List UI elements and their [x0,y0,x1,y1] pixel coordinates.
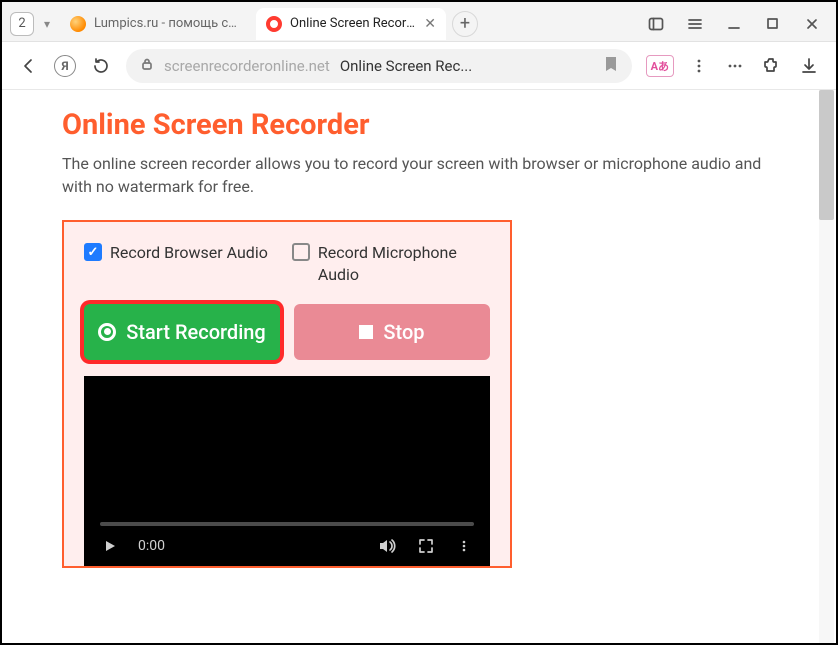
translate-button[interactable]: Aあ [646,55,674,77]
stop-icon [359,325,373,339]
url-page-title: Online Screen Rec... [340,57,472,75]
window-maximize-button[interactable] [756,10,789,38]
lock-icon [140,57,154,75]
page-viewport: Online Screen Recorder The online screen… [2,90,836,643]
browser-tab-bar: 2 ▾ Lumpics.ru - помощь с кон Online Scr… [2,2,836,42]
favicon-screen-recorder [266,16,282,32]
home-button[interactable]: Я [54,55,76,77]
sidebar-toggle-icon[interactable] [639,10,672,38]
new-tab-button[interactable]: + [452,11,478,37]
checkbox-microphone-audio[interactable]: Record Microphone Audio [292,242,478,285]
tab-label: Online Screen Recorder [290,16,416,31]
record-icon [98,323,116,341]
video-more-icon[interactable] [454,536,474,556]
checkbox-label: Record Browser Audio [110,242,268,264]
kebab-menu-icon[interactable] [688,55,710,77]
bookmark-icon[interactable] [604,56,618,76]
tab-screen-recorder[interactable]: Online Screen Recorder ✕ [256,8,446,40]
address-bar[interactable]: screenrecorderonline.net Online Screen R… [126,49,632,83]
menu-icon[interactable] [678,10,711,38]
page-title: Online Screen Recorder [62,108,836,142]
window-minimize-button[interactable] [717,10,750,38]
window-close-button[interactable] [795,10,828,38]
checkbox-icon [292,243,310,261]
checkbox-icon [84,243,102,261]
page-lead-text: The online screen recorder allows you to… [62,152,792,198]
volume-icon[interactable] [378,536,398,556]
checkbox-label: Record Microphone Audio [318,242,478,285]
video-time: 0:00 [138,538,165,554]
video-controls: 0:00 [84,526,490,566]
back-button[interactable] [18,55,40,77]
extensions-icon[interactable] [760,55,782,77]
reload-button[interactable] [90,55,112,77]
recorder-panel: Record Browser Audio Record Microphone A… [62,220,512,567]
button-label: Stop [383,320,424,344]
fullscreen-icon[interactable] [416,536,436,556]
play-icon[interactable] [100,536,120,556]
stop-recording-button[interactable]: Stop [294,304,490,360]
tab-label: Lumpics.ru - помощь с кон [94,16,240,31]
close-icon[interactable]: ✕ [424,16,436,32]
scrollbar-thumb[interactable] [819,90,834,220]
downloads-icon[interactable] [798,55,820,77]
tab-count-badge[interactable]: 2 [10,12,34,36]
tab-lumpics[interactable]: Lumpics.ru - помощь с кон [60,8,250,40]
button-label: Start Recording [126,320,266,344]
url-domain: screenrecorderonline.net [164,57,330,75]
favicon-lumpics [70,16,86,32]
checkbox-browser-audio[interactable]: Record Browser Audio [84,242,268,264]
chevron-down-icon[interactable]: ▾ [40,17,54,31]
browser-toolbar: Я screenrecorderonline.net Online Screen… [2,42,836,90]
more-dots-icon[interactable] [724,55,746,77]
video-preview[interactable]: 0:00 [84,376,490,566]
start-recording-button[interactable]: Start Recording [84,304,280,360]
